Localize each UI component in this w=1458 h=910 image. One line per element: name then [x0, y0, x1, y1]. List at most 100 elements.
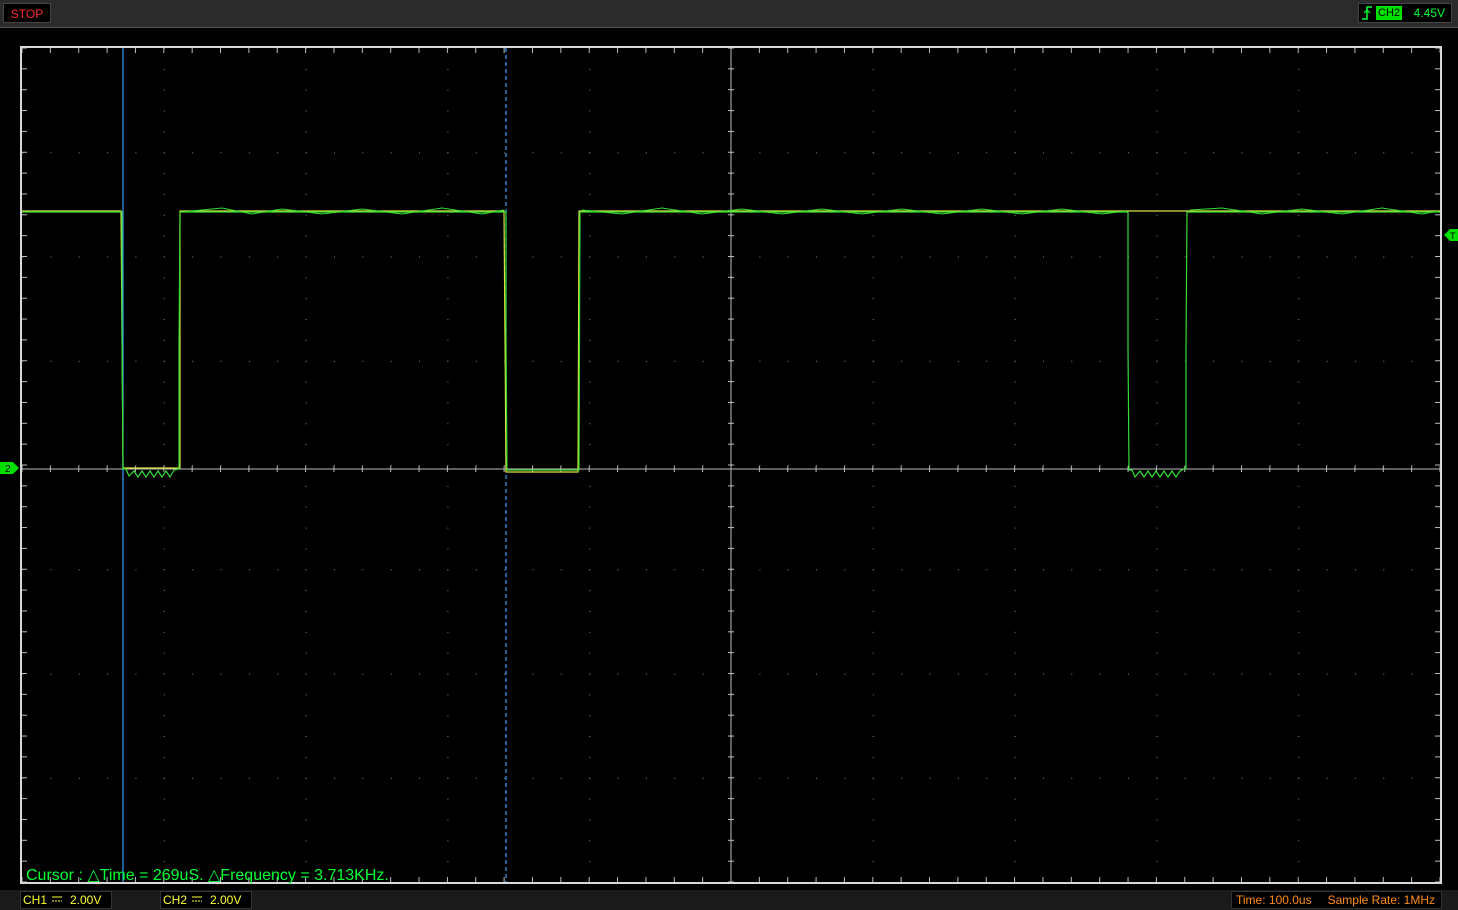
- grid-dot: [589, 360, 591, 362]
- grid-dot: [1354, 465, 1356, 466]
- grid-dot: [163, 506, 165, 508]
- grid-dot: [872, 569, 874, 571]
- grid-dot: [1071, 465, 1073, 466]
- grid-dot: [1298, 89, 1300, 91]
- grid-dot: [305, 381, 307, 383]
- grid-dot: [163, 631, 165, 633]
- svg-text:2: 2: [5, 464, 11, 474]
- grid-dot: [901, 777, 903, 779]
- grid-dot: [1156, 590, 1158, 592]
- grid-dot: [1298, 652, 1300, 654]
- grid-dot: [305, 569, 307, 571]
- grid-dot: [447, 423, 449, 425]
- grid-dot: [305, 360, 307, 362]
- grid-dot: [192, 360, 194, 362]
- grid-dot: [1156, 402, 1158, 404]
- grid-dot: [872, 715, 874, 717]
- grid-dot: [447, 840, 449, 842]
- grid-dot: [816, 256, 818, 258]
- grid-dot: [872, 423, 874, 425]
- grid-dot: [1014, 736, 1016, 737]
- grid-dot: [163, 402, 165, 404]
- grid-dot: [589, 694, 591, 696]
- grid-dot: [1014, 652, 1016, 654]
- grid-dot: [1128, 152, 1129, 154]
- grid-dot: [1383, 673, 1385, 675]
- timebase-settings[interactable]: Time: 100.0us Sample Rate: 1MHz: [1231, 891, 1442, 909]
- grid-dot: [589, 277, 591, 279]
- grid-dot: [560, 673, 562, 675]
- grid-dot: [163, 465, 165, 466]
- trigger-level-marker[interactable]: T: [1444, 229, 1458, 241]
- grid-dot: [986, 777, 988, 779]
- grid-dot: [1298, 339, 1300, 341]
- grid-dot: [1298, 256, 1300, 258]
- grid-dot: [872, 756, 874, 758]
- grid-dot: [50, 360, 52, 362]
- grid-dot: [1156, 673, 1158, 675]
- grid-dot: [107, 777, 109, 779]
- grid-dot: [78, 673, 80, 675]
- grid-dot: [1213, 256, 1215, 258]
- grid-dot: [390, 673, 392, 675]
- grid-dot: [957, 360, 959, 362]
- grid-dot: [872, 631, 874, 633]
- grid-dot: [248, 673, 250, 675]
- grid-dot: [1043, 360, 1044, 362]
- grid-dot: [1156, 235, 1158, 237]
- grid-dot: [1298, 298, 1300, 300]
- grid-dot: [1156, 715, 1158, 717]
- grid-dot: [1298, 277, 1300, 279]
- grid-dot: [447, 298, 449, 300]
- grid-dot: [645, 777, 647, 779]
- grid-dot: [1014, 402, 1016, 404]
- grid-dot: [447, 381, 449, 383]
- waveform-display[interactable]: [20, 46, 1442, 884]
- ch1-settings[interactable]: CH1 2.00V: [20, 891, 112, 909]
- run-stop-button[interactable]: STOP: [3, 3, 51, 23]
- grid-dot: [504, 465, 506, 466]
- ch2-offset-marker[interactable]: 2: [0, 462, 19, 474]
- grid-dot: [305, 339, 307, 341]
- grid-dot: [163, 319, 165, 321]
- grid-dot: [589, 756, 591, 758]
- grid-dot: [617, 569, 619, 571]
- grid-dot: [872, 652, 874, 654]
- ch2-settings[interactable]: CH2 2.00V: [160, 891, 252, 909]
- grid-dot: [1014, 110, 1016, 112]
- grid-dot: [1354, 673, 1356, 675]
- grid-dot: [872, 798, 874, 800]
- grid-dot: [674, 152, 676, 154]
- grid-dot: [1128, 569, 1129, 571]
- grid-dot: [163, 152, 165, 154]
- grid-dot: [447, 193, 449, 195]
- grid-dot: [617, 360, 619, 362]
- grid-dot: [305, 611, 307, 612]
- grid-dot: [532, 673, 534, 675]
- grid-dot: [107, 569, 109, 571]
- grid-dot: [1298, 819, 1300, 821]
- trigger-settings[interactable]: CH2 4.45V: [1358, 3, 1452, 23]
- grid-dot: [447, 152, 449, 154]
- grid-dot: [1411, 673, 1413, 675]
- grid-dot: [447, 590, 449, 592]
- grid-dot: [1156, 89, 1158, 91]
- grid-dot: [163, 381, 165, 383]
- grid-dot: [305, 840, 307, 842]
- grid-dot: [1326, 465, 1328, 466]
- grid-dot: [107, 152, 109, 154]
- grid-dot: [872, 444, 874, 446]
- grid-dot: [1014, 152, 1016, 154]
- ch2-label: CH2: [163, 893, 188, 907]
- grid-dot: [1269, 360, 1271, 362]
- grid-dot: [277, 777, 279, 779]
- grid-dot: [1156, 527, 1158, 529]
- graticule: [22, 48, 1440, 882]
- grid-dot: [447, 777, 449, 779]
- grid-dot: [532, 256, 534, 258]
- grid-dot: [50, 569, 52, 571]
- grid-dot: [560, 360, 562, 362]
- grid-dot: [645, 569, 647, 571]
- svg-text:T: T: [1450, 231, 1456, 241]
- grid-dot: [1156, 569, 1158, 571]
